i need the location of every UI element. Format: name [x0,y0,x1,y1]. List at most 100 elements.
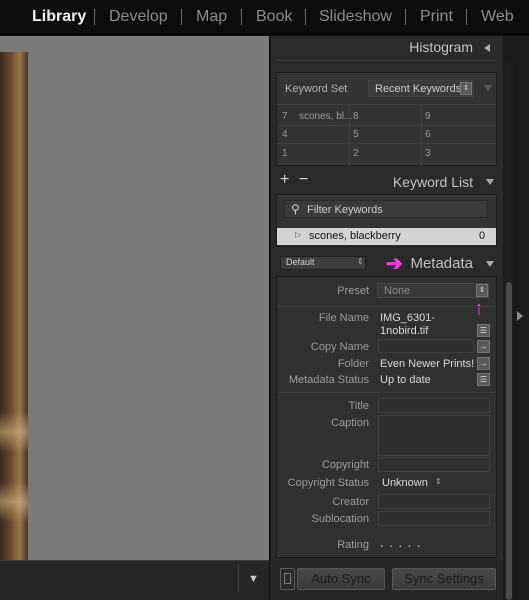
auto-sync-button[interactable]: Auto Sync [297,568,385,590]
toolbar-menu-button[interactable]: ▼ [238,566,268,592]
module-separator [305,9,306,25]
sublocation-label: Sublocation [311,513,370,525]
metadata-status-label: Metadata Status [288,374,369,386]
file-name-label: File Name [318,312,369,324]
module-separator [181,9,182,25]
divider [277,392,496,393]
rating-stars[interactable]: . . . . . [380,535,422,550]
collapse-triangle-icon[interactable] [486,179,494,185]
image-viewer[interactable] [0,36,269,580]
metadata-preset-select-value: Default [286,257,315,267]
list-icon[interactable]: ☰ [477,324,490,337]
keyword-list-row[interactable]: ▷ scones, blackberry 0 [277,228,496,245]
sublocation-field[interactable] [378,511,490,526]
preset-value: None [384,285,411,297]
toolbar [0,560,269,600]
go-to-arrow-icon[interactable]: → [477,340,490,353]
keyword-shortcut-number[interactable]: 9 [425,111,431,122]
grid-line [421,104,422,166]
panel-scrollbar-thumb[interactable] [506,282,512,600]
keyword-list-title: Keyword List [392,174,473,190]
caption-field[interactable] [378,415,490,456]
module-separator [466,9,467,25]
keyword-shortcut-number[interactable]: 8 [353,111,359,122]
module-library[interactable]: Library [32,8,86,26]
module-slideshow[interactable]: Slideshow [319,8,392,26]
keyword-shortcut-number[interactable]: 5 [353,129,359,140]
creator-field[interactable] [378,494,490,509]
copyright-field[interactable] [378,457,490,472]
annotation-arrow-right-icon: ➔ [386,253,403,275]
grid-line [277,125,496,126]
file-name-value[interactable]: IMG_6301- [380,312,435,324]
module-print[interactable]: Print [420,8,453,26]
keyword-list-panel: ⚲ Filter Keywords ▷ scones, blackberry 0 [276,194,497,247]
title-label: Title [348,400,369,412]
filter-keywords-placeholder: Filter Keywords [307,204,383,216]
filter-keywords-field[interactable]: ⚲ Filter Keywords [284,200,488,218]
collapse-triangle-icon[interactable] [486,261,494,267]
title-field[interactable] [378,398,490,413]
expand-triangle-icon[interactable] [484,44,490,52]
select-stepper-icon[interactable]: ⇕ [435,477,442,486]
sync-settings-button[interactable]: Sync Settings [392,568,496,590]
metadata-preset-select[interactable]: Default ⇕ [280,256,366,270]
folder-label: Folder [337,358,369,370]
collapse-triangle-icon[interactable] [484,85,492,91]
metadata-panel: Preset None ⇕ ↑ File Name IMG_6301- 1nob… [276,276,497,558]
expand-arrow-icon[interactable]: ▷ [295,230,301,239]
module-book[interactable]: Book [256,8,292,26]
divider [277,306,496,307]
collapse-right-panel-arrow-icon[interactable] [517,311,523,321]
module-map[interactable]: Map [196,8,227,26]
annotation-arrow-up-icon: ↑ [474,298,484,320]
preset-select[interactable]: None ⇕ [377,283,489,298]
creator-label: Creator [332,496,369,508]
grid-line [277,143,496,144]
keyword-shortcut[interactable]: scones, bl... [299,111,352,122]
keyword-set-value: Recent Keywords [375,83,462,95]
auto-sync-toggle[interactable] [280,568,295,590]
photo-preview [0,52,28,580]
preset-label: Preset [337,285,369,297]
histogram-title: Histogram [409,39,473,55]
file-name-value-continued[interactable]: 1nobird.tif [380,325,428,337]
keyword-count: 0 [479,230,486,242]
rating-label: Rating [337,539,369,551]
copy-name-label: Copy Name [310,341,369,353]
keyword-name: scones, blackberry [309,230,401,242]
copyright-status-label: Copyright Status [287,477,369,489]
select-stepper-icon: ⇕ [357,257,364,266]
metadata-panel-header[interactable]: Default ⇕ ➔ Metadata [270,253,503,275]
keyword-shortcut-number[interactable]: 1 [282,148,288,159]
module-web[interactable]: Web [481,8,514,26]
copyright-label: Copyright [321,459,369,471]
keyword-shortcut-number[interactable]: 6 [425,129,431,140]
toggle-switch-icon [284,573,291,584]
search-icon: ⚲ [291,202,300,216]
keyword-list-panel-header[interactable]: + − Keyword List [270,171,503,193]
module-develop[interactable]: Develop [109,8,168,26]
remove-keyword-button[interactable]: − [299,171,308,189]
module-separator [405,9,406,25]
folder-value: Even Newer Prints! [380,358,475,370]
copyright-status-value[interactable]: Unknown [382,477,428,489]
keyword-set-label: Keyword Set [285,83,348,95]
list-icon[interactable]: ☰ [477,373,490,386]
keywording-panel: Keyword Set Recent Keywords ⇕ 7 scones, … [276,72,497,166]
select-stepper-icon: ⇕ [460,82,472,95]
caption-label: Caption [331,417,369,429]
keyword-shortcut-number[interactable]: 4 [282,129,288,140]
histogram-panel-header[interactable]: Histogram [270,36,503,58]
copy-name-field[interactable] [378,339,474,353]
photo-highlight [0,482,28,522]
add-keyword-button[interactable]: + [280,171,289,189]
keyword-set-select[interactable]: Recent Keywords ⇕ [368,80,474,97]
go-to-folder-arrow-icon[interactable]: → [477,357,490,370]
photo-highlight [0,412,28,452]
keyword-shortcut-number[interactable]: 3 [425,148,431,159]
keyword-shortcut-number[interactable]: 2 [353,148,359,159]
divider [276,60,496,61]
metadata-title: Metadata [410,255,473,272]
keyword-shortcut-number: 7 [282,111,288,122]
